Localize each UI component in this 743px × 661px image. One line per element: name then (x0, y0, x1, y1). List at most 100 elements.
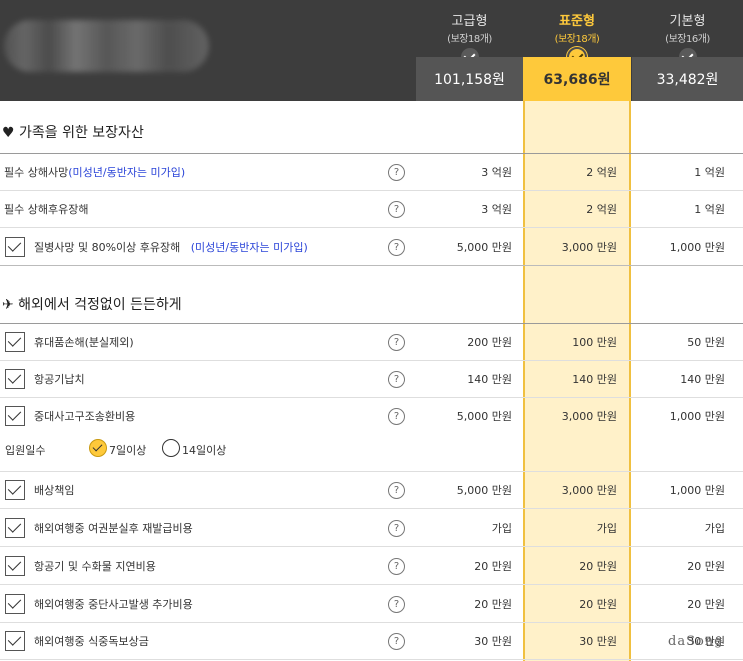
value-standard: 20 만원 (579, 598, 617, 611)
value-premium: 3 억원 (481, 203, 512, 216)
value-premium: 20 만원 (474, 598, 512, 611)
coverage-name: 해외여행중 여권분실후 재발급비용 (34, 522, 193, 535)
plan-standard-price[interactable]: 63,686원 (523, 57, 631, 101)
coverage-name: 필수 상해후유장해 (4, 203, 89, 216)
plan-premium-price[interactable]: 101,158원 (416, 57, 523, 101)
value-standard: 100 만원 (572, 336, 617, 349)
value-standard: 3,000 만원 (561, 241, 617, 254)
coverage-label: 필수 상해사망(미성년/동반자는 미가입) (4, 154, 185, 191)
coverage-label: 해외여행중 중단사고발생 추가비용 (34, 586, 193, 623)
checkbox[interactable] (5, 594, 25, 614)
checkbox[interactable] (5, 332, 25, 352)
value-premium: 5,000 만원 (456, 410, 512, 423)
value-basic: 1 억원 (694, 203, 725, 216)
table-row: 질병사망 및 80%이상 후유장해 (미성년/동반자는 미가입)? 5,000 만… (0, 229, 743, 266)
coverage-label: 항공기납치 (34, 361, 85, 398)
plan-basic-count: (보장16개) (665, 34, 710, 45)
value-premium: 30 만원 (474, 635, 512, 648)
coverage-label: 휴대품손해(분실제외) (34, 324, 134, 361)
help-icon[interactable]: ? (388, 239, 405, 256)
help-icon[interactable]: ? (388, 201, 405, 218)
value-standard: 140 만원 (572, 373, 617, 386)
coverage-name: 중대사고구조송환비용 (34, 410, 136, 423)
value-basic: 20 만원 (687, 560, 725, 573)
plan-standard-count: (보장18개) (554, 34, 600, 45)
radio-7days-label[interactable]: 7일이상 (109, 442, 146, 458)
coverage-note: (미성년/동반자는 미가입) (190, 241, 308, 254)
value-basic: 20 만원 (687, 598, 725, 611)
checkbox[interactable] (5, 556, 25, 576)
help-icon[interactable]: ? (388, 520, 405, 537)
value-basic: 50 만원 (687, 336, 725, 349)
value-basic: 가입 (704, 522, 725, 535)
plan-premium-count: (보장18개) (447, 34, 492, 45)
value-standard: 20 만원 (579, 560, 617, 573)
help-icon[interactable]: ? (388, 482, 405, 499)
help-icon[interactable]: ? (388, 596, 405, 613)
help-icon[interactable]: ? (388, 371, 405, 388)
help-icon[interactable]: ? (388, 408, 405, 425)
checkbox[interactable] (5, 518, 25, 538)
help-icon[interactable]: ? (388, 334, 405, 351)
coverage-label: 해외여행중 여권분실후 재발급비용 (34, 510, 193, 547)
plan-standard-name: 표준형 (559, 14, 595, 29)
table-row: 해외여행중 여권분실후 재발급비용? 가입 가입 가입 (0, 510, 743, 547)
value-premium: 200 만원 (467, 336, 512, 349)
coverage-name: 해외여행중 중단사고발생 추가비용 (34, 598, 193, 611)
plan-basic-price[interactable]: 33,482원 (632, 57, 743, 101)
section-divider (0, 323, 743, 324)
table-row: 필수 상해후유장해? 3 억원 2 억원 1 억원 (0, 191, 743, 228)
plan-premium-name: 고급형 (451, 14, 488, 29)
help-icon[interactable]: ? (388, 164, 405, 181)
table-row: 배상책임? 5,000 만원 3,000 만원 1,000 만원 (0, 472, 743, 509)
checkbox[interactable] (5, 480, 25, 500)
value-premium: 3 억원 (481, 166, 512, 179)
blurred-product-name (4, 20, 209, 72)
coverage-note: (미성년/동반자는 미가입) (68, 166, 186, 179)
value-standard: 2 억원 (586, 166, 617, 179)
table-row: 필수 상해사망(미성년/동반자는 미가입)? 3 억원 2 억원 1 억원 (0, 154, 743, 191)
radio-14days-label[interactable]: 14일이상 (182, 442, 226, 458)
coverage-name: 항공기 및 수화물 지연비용 (34, 560, 156, 573)
section-title-overseas: ✈ 해외에서 걱정없이 든든하게 (2, 297, 182, 313)
value-premium: 140 만원 (467, 373, 512, 386)
hospital-days-label: 입원일수 (5, 444, 46, 457)
value-basic: 1,000 만원 (669, 241, 725, 254)
table-row: 항공기납치? 140 만원 140 만원 140 만원 (0, 361, 743, 398)
plan-basic-name: 기본형 (669, 14, 706, 29)
table-row: 중대사고구조송환비용? 5,000 만원 3,000 만원 1,000 만원 (0, 398, 743, 435)
value-standard: 2 억원 (586, 203, 617, 216)
value-basic: 1 억원 (694, 166, 725, 179)
value-premium: 5,000 만원 (456, 241, 512, 254)
watermark: daSong (668, 634, 724, 649)
coverage-label: 중대사고구조송환비용 (34, 398, 135, 435)
plan-basic-header[interactable]: 기본형 (보장16개) (632, 0, 743, 66)
value-premium: 20 만원 (474, 560, 512, 573)
value-basic: 1,000 만원 (669, 484, 725, 497)
checkbox[interactable] (5, 237, 25, 257)
checkbox[interactable] (5, 631, 25, 651)
coverage-label: 해외여행중 식중독보상금 (34, 623, 149, 660)
coverage-label: 질병사망 및 80%이상 후유장해 (미성년/동반자는 미가입) (34, 229, 308, 266)
value-standard: 3,000 만원 (561, 410, 617, 423)
plan-standard-header[interactable]: 표준형 (보장18개) (523, 0, 631, 67)
plan-premium-header[interactable]: 고급형 (보장18개) (416, 0, 523, 66)
radio-14days[interactable] (162, 439, 180, 457)
checkbox[interactable] (5, 369, 25, 389)
hospital-days-option: 입원일수 7일이상 14일이상 (0, 432, 743, 472)
value-premium: 가입 (491, 522, 512, 535)
coverage-label: 필수 상해후유장해 (4, 191, 88, 228)
table-row: 항공기 및 수화물 지연비용? 20 만원 20 만원 20 만원 (0, 548, 743, 585)
coverage-name: 질병사망 및 80%이상 후유장해 (34, 241, 181, 254)
table-row: 휴대품손해(분실제외)? 200 만원 100 만원 50 만원 (0, 324, 743, 361)
value-premium: 5,000 만원 (456, 484, 512, 497)
value-standard: 가입 (596, 522, 617, 535)
coverage-name: 필수 상해사망 (4, 166, 69, 179)
radio-7days[interactable] (89, 439, 107, 457)
help-icon[interactable]: ? (388, 558, 405, 575)
checkbox[interactable] (5, 406, 25, 426)
help-icon[interactable]: ? (388, 633, 405, 650)
coverage-name: 휴대품손해(분실제외) (34, 336, 134, 349)
section-title-family: ♥ 가족을 위한 보장자산 (2, 125, 144, 141)
value-standard: 3,000 만원 (561, 484, 617, 497)
